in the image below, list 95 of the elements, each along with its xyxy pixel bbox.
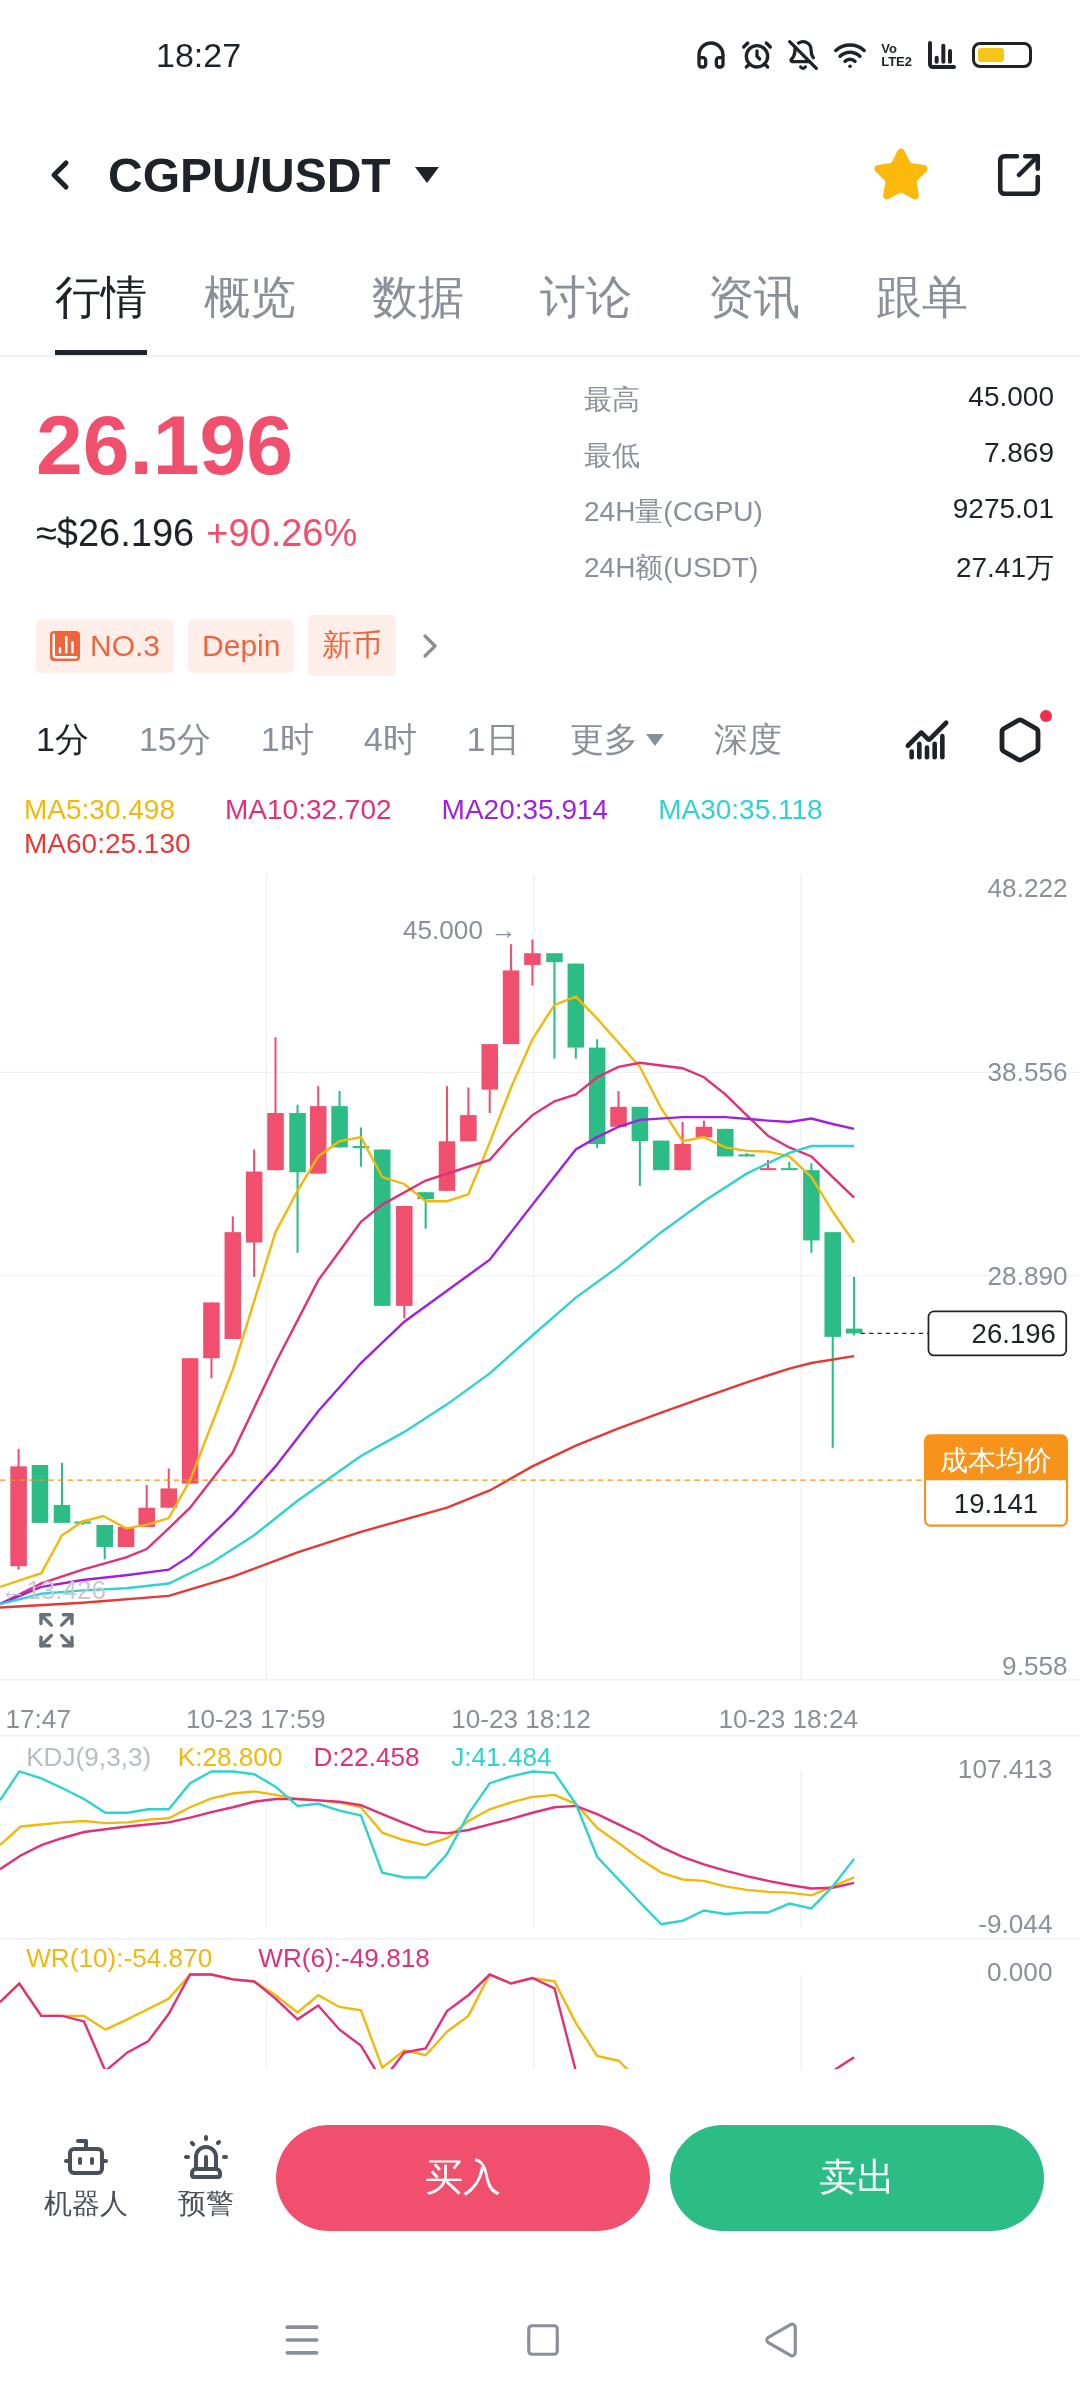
candle bbox=[738, 1152, 755, 1157]
back-nav-icon[interactable] bbox=[762, 2321, 800, 2359]
candle bbox=[759, 1159, 777, 1171]
moving-average-legend: MA10:32.702 bbox=[225, 794, 392, 826]
candle bbox=[417, 1192, 434, 1229]
moving-average-legend: MA20:35.914 bbox=[441, 794, 609, 826]
candle bbox=[717, 1128, 734, 1157]
candle bbox=[845, 1276, 863, 1336]
indicator-legend: WR(6):-49.818 bbox=[258, 1942, 430, 1973]
pair-title[interactable]: CGPU/USDT bbox=[108, 147, 391, 203]
status-time: 18:27 bbox=[156, 35, 242, 75]
candle bbox=[117, 1527, 135, 1547]
indicator-legend: J:41.484 bbox=[451, 1742, 552, 1772]
stat-label: 最高 bbox=[584, 383, 641, 417]
period-tab[interactable]: 1时 bbox=[260, 717, 314, 763]
signal-icon bbox=[926, 39, 958, 71]
home-icon[interactable] bbox=[524, 2321, 562, 2359]
candle bbox=[460, 1087, 477, 1142]
candle bbox=[160, 1468, 177, 1508]
time-axis-label: 17:47 bbox=[5, 1704, 71, 1735]
notification-dot bbox=[1040, 710, 1052, 722]
tag[interactable]: 新币 bbox=[308, 615, 397, 676]
last-price-tag: 26.196 bbox=[927, 1310, 1068, 1357]
volte-label: Vo LTE2 bbox=[881, 42, 912, 68]
indicator-legend: K:28.800 bbox=[177, 1742, 283, 1772]
indicator-axis-label: 107.413 bbox=[957, 1754, 1053, 1785]
candle bbox=[96, 1524, 113, 1560]
stat-value: 9275.01 bbox=[952, 493, 1054, 526]
tab[interactable]: 跟单 bbox=[838, 240, 1006, 355]
rank-icon bbox=[50, 630, 80, 661]
stat-value: 45.000 bbox=[967, 381, 1054, 414]
candle bbox=[352, 1127, 370, 1167]
period-tab[interactable]: 更多 bbox=[569, 717, 664, 763]
period-tab[interactable]: 4时 bbox=[363, 717, 417, 763]
stat-label: 24H额(USDT) bbox=[584, 551, 760, 585]
caret-icon[interactable] bbox=[414, 167, 439, 183]
candle bbox=[331, 1090, 348, 1148]
headphones-icon bbox=[695, 39, 728, 71]
toolbar-item[interactable]: 机器人 bbox=[36, 2132, 136, 2223]
price-axis-label: 48.222 bbox=[987, 874, 1068, 903]
indicator-axis-label: -9.044 bbox=[978, 1909, 1053, 1938]
moving-average-legend: MA30:35.118 bbox=[658, 794, 823, 826]
last-price: 26.196 bbox=[36, 397, 294, 494]
tab[interactable]: 资讯 bbox=[670, 240, 838, 355]
buy-button[interactable]: 买入 bbox=[276, 2124, 650, 2231]
battery-icon bbox=[972, 42, 1032, 68]
caret-icon bbox=[645, 734, 664, 746]
time-axis-label: 10-23 18:24 bbox=[718, 1704, 858, 1735]
candle bbox=[652, 1140, 670, 1171]
stat-value: 7.869 bbox=[982, 437, 1054, 470]
indicator-axis-label: 0.000 bbox=[987, 1956, 1053, 1987]
tag[interactable]: NO.3 bbox=[36, 618, 175, 673]
time-axis-label: 10-23 17:59 bbox=[185, 1704, 326, 1735]
candle bbox=[481, 1044, 498, 1113]
toolbar-item[interactable]: 预警 bbox=[156, 2132, 256, 2223]
candle bbox=[674, 1121, 691, 1171]
tab[interactable]: 数据 bbox=[334, 240, 502, 355]
candle bbox=[138, 1484, 155, 1527]
alarm-light-icon bbox=[182, 2132, 230, 2181]
indicator-legend: WR(10):-54.870 bbox=[26, 1942, 213, 1973]
candle bbox=[610, 1090, 627, 1127]
candle bbox=[31, 1465, 49, 1523]
mute-icon bbox=[787, 39, 820, 71]
candle bbox=[74, 1520, 91, 1525]
stat-label: 最低 bbox=[584, 439, 641, 473]
price-axis-label: 28.890 bbox=[987, 1260, 1068, 1291]
tag[interactable]: Depin bbox=[188, 618, 295, 673]
price-axis-label: 38.556 bbox=[987, 1057, 1068, 1088]
candle bbox=[695, 1120, 713, 1138]
period-tab[interactable]: 1分 bbox=[36, 717, 89, 763]
usd-price: ≈$26.196 bbox=[36, 512, 195, 555]
tab[interactable]: 讨论 bbox=[502, 240, 670, 355]
price-axis-label: 9.558 bbox=[1002, 1651, 1068, 1682]
period-tab[interactable]: 15分 bbox=[138, 717, 211, 763]
period-tab[interactable]: 1日 bbox=[466, 717, 520, 763]
moving-average-legend: MA5:30.498 bbox=[24, 794, 175, 826]
high-price-marker: 45.000 → bbox=[402, 914, 517, 945]
candle bbox=[781, 1161, 798, 1171]
fullscreen-icon[interactable] bbox=[41, 1614, 72, 1646]
stat-label: 24H量(CGPU) bbox=[584, 495, 764, 529]
time-axis-label: 10-23 18:12 bbox=[451, 1704, 591, 1735]
stat-value: 27.41万 bbox=[954, 551, 1054, 585]
candle bbox=[53, 1462, 71, 1523]
tab[interactable]: 概览 bbox=[166, 240, 334, 355]
price-change: +90.26% bbox=[206, 512, 358, 555]
moving-average-legend: MA60:25.130 bbox=[24, 828, 191, 860]
tab[interactable]: 行情 bbox=[36, 240, 166, 355]
alarm-icon bbox=[741, 39, 774, 71]
period-tab[interactable]: 深度 bbox=[713, 717, 782, 763]
indicator-legend: KDJ(9,3,3) bbox=[26, 1742, 152, 1772]
sell-button[interactable]: 卖出 bbox=[670, 2124, 1044, 2231]
candle bbox=[524, 939, 541, 986]
indicator-line bbox=[832, 2056, 855, 2069]
cost-price-tag: 成本均价 19.141 bbox=[924, 1434, 1068, 1527]
indicator-legend: D:22.458 bbox=[313, 1742, 420, 1772]
